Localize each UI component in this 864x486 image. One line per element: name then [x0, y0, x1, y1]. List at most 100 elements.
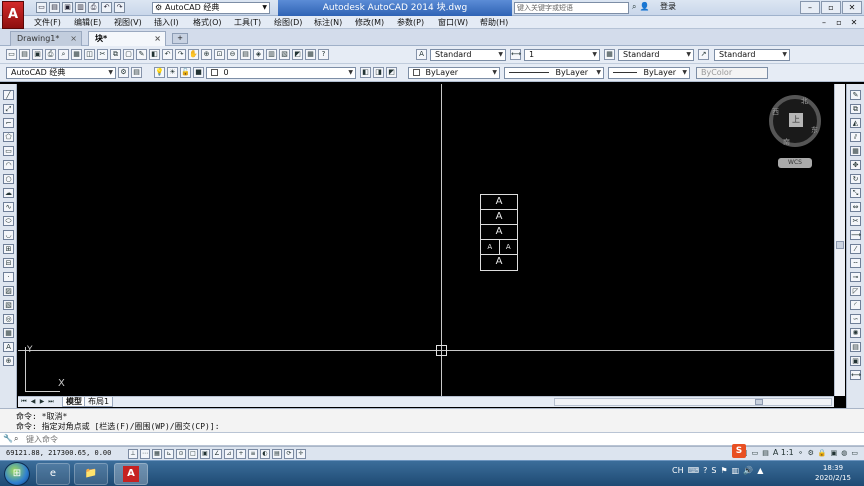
cursor-coordinates[interactable]: 69121.88, 217300.65, 0.00	[6, 449, 111, 457]
multileader-style-select[interactable]: Standard ▼	[714, 49, 790, 61]
command-history-icon[interactable]: ⌕	[14, 434, 24, 444]
osnap-icon[interactable]: □	[188, 449, 198, 459]
taskbar-autocad-icon[interactable]: A	[114, 463, 148, 485]
quick-properties-icon[interactable]: ▤	[272, 449, 282, 459]
flag-icon[interactable]: ⚑	[720, 466, 727, 475]
close-icon[interactable]: ×	[70, 32, 77, 45]
menu-format[interactable]: 格式(O)	[193, 16, 234, 29]
point-icon[interactable]: ·	[3, 272, 14, 282]
layer-select[interactable]: 0 ▼	[206, 67, 356, 79]
properties-icon[interactable]: ▤	[240, 49, 251, 60]
erase-icon[interactable]: ✎	[850, 90, 861, 100]
offset-icon[interactable]: ⫽	[850, 132, 861, 142]
chamfer-icon[interactable]: ◸	[850, 286, 861, 296]
gradient-icon[interactable]: ▧	[3, 300, 14, 310]
open-icon[interactable]: ▤	[49, 2, 60, 13]
sogou-ime-icon[interactable]: S	[732, 444, 746, 458]
workspace-select[interactable]: AutoCAD 经典 ▼	[6, 67, 116, 79]
rotate-icon[interactable]: ↻	[850, 174, 861, 184]
explode-icon[interactable]: ✺	[850, 328, 861, 338]
rectangle-icon[interactable]: ▭	[3, 146, 14, 156]
open-icon[interactable]: ▤	[19, 49, 30, 60]
dim-style-icon[interactable]: ⟷	[510, 49, 521, 60]
table-icon[interactable]: ▦	[3, 328, 14, 338]
undo-icon[interactable]: ↶	[101, 2, 112, 13]
zoom-realtime-icon[interactable]: ⊕	[201, 49, 212, 60]
show-hidden-icons[interactable]: ▲	[757, 466, 763, 475]
join-icon[interactable]: ⊸	[850, 272, 861, 282]
menu-help[interactable]: 帮助(H)	[480, 16, 520, 29]
group-icon[interactable]: ▣	[850, 356, 861, 366]
layer-lock-icon[interactable]: 🔓	[180, 67, 191, 78]
viewcube-west[interactable]: 西	[772, 107, 779, 117]
block-editor-icon[interactable]: ◧	[149, 49, 160, 60]
new-icon[interactable]: ▭	[6, 49, 17, 60]
polyline-icon[interactable]: ⌐	[3, 118, 14, 128]
quick-view-layouts-icon[interactable]: ▭	[752, 449, 759, 457]
minimize-icon[interactable]: –	[800, 1, 820, 14]
viewcube-north[interactable]: 北	[801, 96, 808, 106]
start-button[interactable]: ⊞	[4, 462, 30, 486]
color-select[interactable]: ByLayer ▼	[408, 67, 500, 79]
wrench-icon[interactable]: 🔧	[3, 434, 13, 444]
close-icon[interactable]: ✕	[842, 1, 862, 14]
snap-icon[interactable]: ⋯	[140, 449, 150, 459]
break-at-point-icon[interactable]: ⁄	[850, 244, 861, 254]
wcs-menu-button[interactable]: WCS	[778, 158, 812, 168]
horizontal-scrollbar[interactable]	[554, 398, 832, 406]
vertical-scrollbar[interactable]	[834, 84, 845, 396]
zoom-previous-icon[interactable]: ⊖	[227, 49, 238, 60]
plotstyle-select[interactable]: ByColor	[696, 67, 768, 79]
draworder-icon[interactable]: ▤	[850, 342, 861, 352]
new-icon[interactable]: ▭	[36, 2, 47, 13]
viewcube[interactable]: 北 东 西 南 上	[769, 95, 821, 147]
publish-icon[interactable]: ▦	[71, 49, 82, 60]
menu-edit[interactable]: 编辑(E)	[74, 16, 114, 29]
save-as-icon[interactable]: ▥	[75, 2, 86, 13]
maximize-icon[interactable]: ▫	[821, 1, 841, 14]
tab-block[interactable]: 块* ×	[88, 31, 166, 46]
hardware-acceleration-icon[interactable]: ▣	[831, 449, 838, 457]
insert-block-icon[interactable]: ⊞	[3, 244, 14, 254]
quick-view-drawings-icon[interactable]: ▤	[762, 449, 769, 457]
viewcube-top-face[interactable]: 上	[789, 113, 803, 127]
layer-previous-icon[interactable]: ◨	[373, 67, 384, 78]
next-layout-icon[interactable]: ▶	[38, 398, 46, 406]
region-icon[interactable]: ◎	[3, 314, 14, 324]
scale-icon[interactable]: ⤡	[850, 188, 861, 198]
line-icon[interactable]: ╱	[3, 90, 14, 100]
ducs-icon[interactable]: ⊿	[224, 449, 234, 459]
ortho-icon[interactable]: ⊾	[164, 449, 174, 459]
doc-restore-icon[interactable]: ▫	[833, 17, 845, 28]
multileader-style-icon[interactable]: ↗	[698, 49, 709, 60]
copy-object-icon[interactable]: ⧉	[850, 104, 861, 114]
lineweight-select[interactable]: ByLayer ▼	[608, 67, 690, 79]
lineweight-icon[interactable]: ≡	[248, 449, 258, 459]
arc-icon[interactable]: ◠	[3, 160, 14, 170]
dyn-icon[interactable]: +	[236, 449, 246, 459]
multiline-text-icon[interactable]: A	[3, 342, 14, 352]
copy-icon[interactable]: ⧉	[110, 49, 121, 60]
circle-icon[interactable]: ○	[3, 174, 14, 184]
ime-icon[interactable]: ⌨	[688, 466, 700, 475]
selection-cycling-icon[interactable]: ⟳	[284, 449, 294, 459]
sheet-set-icon[interactable]: ▧	[279, 49, 290, 60]
toolbar-lock-icon[interactable]: 🔒	[818, 449, 827, 457]
redo-icon[interactable]: ↷	[114, 2, 125, 13]
volume-icon[interactable]: 🔊	[743, 466, 753, 475]
layer-states-icon[interactable]: ◩	[386, 67, 397, 78]
hatch-icon[interactable]: ▨	[3, 286, 14, 296]
workspace-switching-icon[interactable]: ⚙	[808, 449, 814, 457]
tab-layout1[interactable]: 布局1	[84, 397, 114, 407]
trim-icon[interactable]: ✂	[850, 216, 861, 226]
markup-icon[interactable]: ◩	[292, 49, 303, 60]
paste-icon[interactable]: ▢	[123, 49, 134, 60]
application-menu-button[interactable]: A	[2, 1, 24, 29]
dim-style-select[interactable]: 1 ▼	[524, 49, 600, 61]
infer-constraints-icon[interactable]: ⊥	[128, 449, 138, 459]
last-layout-icon[interactable]: ⏭	[47, 398, 55, 406]
text-style-icon[interactable]: A	[416, 49, 427, 60]
pan-icon[interactable]: ✋	[188, 49, 199, 60]
taskbar-explorer-icon[interactable]: 📁	[74, 463, 108, 485]
taskbar-ie-icon[interactable]: e	[36, 463, 70, 485]
